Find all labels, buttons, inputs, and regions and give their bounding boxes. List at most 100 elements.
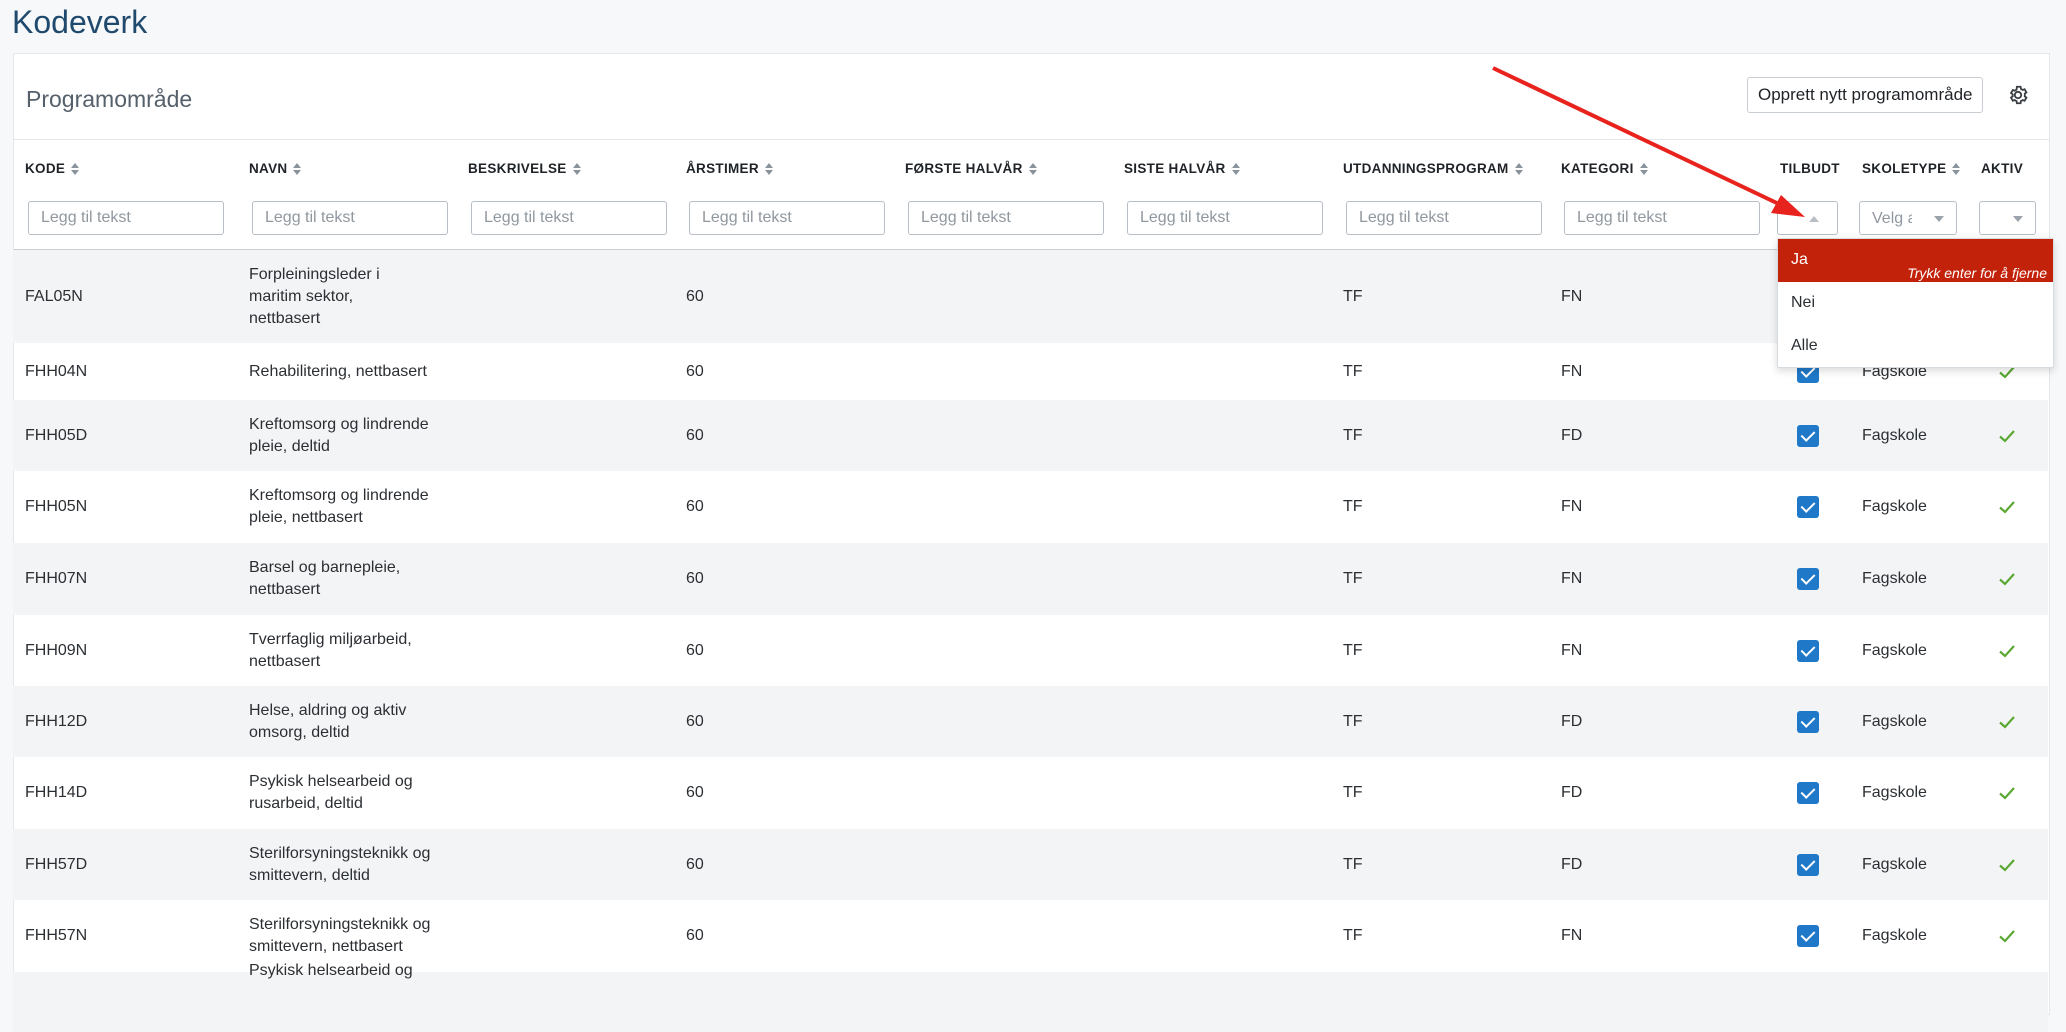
column-header-aktiv: AKTIV bbox=[1981, 161, 2023, 176]
cell-navn-line: nettbasert bbox=[249, 581, 321, 598]
sort-icon[interactable] bbox=[1028, 162, 1038, 176]
cell-skoletype: Fagskole bbox=[1862, 426, 1927, 444]
cell-arstimer: 60 bbox=[686, 641, 704, 659]
cell-navn-line: rusarbeid, deltid bbox=[249, 795, 363, 812]
table-row[interactable]: FAL05N Forpleiningsleder i maritim sektor,… bbox=[13, 250, 2048, 343]
cell-kode: FHH14D bbox=[25, 784, 88, 801]
sort-icon[interactable] bbox=[71, 162, 80, 176]
filter-select-skoletype[interactable]: Velg alle bbox=[1859, 201, 1957, 235]
table-row[interactable]: Psykisk helsearbeid og bbox=[13, 962, 2048, 1032]
filter-select-tilbudt[interactable] bbox=[1777, 201, 1838, 235]
gear-icon[interactable] bbox=[2007, 84, 2029, 106]
table-row[interactable]: FHH07N Barsel og barnepleie, nettbasert 60 T… bbox=[13, 543, 2048, 615]
cell-kode: FHH04N bbox=[25, 362, 88, 380]
filter-input-siste[interactable] bbox=[1127, 201, 1323, 235]
filter-input-utdanning[interactable] bbox=[1346, 201, 1542, 235]
cell-navn: Sterilforsyningsteknikk og smittevern, ne… bbox=[249, 914, 430, 958]
cell-navn: Helse, aldring og aktiv omsorg, deltid bbox=[249, 700, 406, 744]
dropdown-hint: Trykk enter for å fjerne bbox=[1907, 265, 2047, 281]
checkmark-icon bbox=[1999, 858, 2015, 872]
column-header-arstimer[interactable]: ÅRSTIMER bbox=[686, 161, 774, 176]
cell-navn: Tverrfaglig miljøarbeid, nettbasert bbox=[249, 629, 412, 673]
dropdown-option-alle[interactable]: Alle bbox=[1778, 325, 2053, 368]
column-header-label: AKTIV bbox=[1981, 161, 2023, 176]
tilbudt-checkbox[interactable] bbox=[1797, 710, 1819, 733]
column-header-utdanning[interactable]: UTDANNINGSPROGRAM bbox=[1343, 161, 1524, 176]
column-header-siste[interactable]: SISTE HALVÅR bbox=[1124, 161, 1241, 176]
create-programomrade-button[interactable]: Opprett nytt programområde bbox=[1747, 77, 1984, 113]
cell-kode: FHH57D bbox=[25, 855, 88, 873]
cell-arstimer: 60 bbox=[686, 855, 704, 873]
cell-arstimer: 60 bbox=[686, 784, 704, 801]
column-header-navn[interactable]: NAVN bbox=[249, 161, 302, 176]
sort-icon[interactable] bbox=[293, 162, 302, 176]
cell-navn-line: Psykisk helsearbeid og bbox=[249, 773, 413, 790]
cell-navn-line: Sterilforsyningsteknikk og bbox=[249, 844, 431, 862]
column-header-label: KODE bbox=[25, 161, 66, 176]
table-row[interactable]: FHH05N Kreftomsorg og lindrende pleie, net… bbox=[13, 471, 2048, 543]
cell-skoletype: Fagskole bbox=[1862, 784, 1927, 801]
tilbudt-checkbox[interactable] bbox=[1797, 496, 1819, 518]
filter-input-navn[interactable] bbox=[252, 201, 448, 235]
table-row[interactable]: FHH12D Helse, aldring og aktiv omsorg, del… bbox=[13, 686, 2048, 757]
cell-navn: Psykisk helsearbeid og rusarbeid, deltid bbox=[249, 771, 413, 815]
cell-navn-line: Kreftomsorg og lindrende bbox=[249, 415, 429, 433]
filter-input-beskrivelse[interactable] bbox=[471, 201, 667, 235]
sort-icon[interactable] bbox=[1231, 162, 1241, 176]
filter-select-aktiv[interactable] bbox=[1979, 201, 2036, 235]
tilbudt-checkbox[interactable] bbox=[1797, 782, 1819, 804]
cell-arstimer: 60 bbox=[686, 362, 704, 380]
tilbudt-checkbox[interactable] bbox=[1797, 853, 1819, 876]
tilbudt-dropdown-menu: Ja Trykk enter for å fjerne Nei Alle bbox=[1777, 238, 2054, 368]
cell-utdanningsprogram: TF bbox=[1343, 855, 1363, 873]
table-row[interactable]: FHH05D Kreftomsorg og lindrende pleie, del… bbox=[13, 400, 2048, 471]
table-row[interactable]: FHH14D Psykisk helsearbeid og rusarbeid, d… bbox=[13, 757, 2048, 829]
tilbudt-checkbox[interactable] bbox=[1797, 424, 1819, 447]
cell-navn: Forpleiningsleder i maritim sektor, nettba… bbox=[249, 264, 380, 330]
table-row[interactable]: FHH04N Rehabilitering, nettbasert 60 TF FN Fa… bbox=[13, 343, 2048, 400]
column-header-label: FØRSTE HALVÅR bbox=[905, 161, 1023, 176]
filter-input-forste[interactable] bbox=[908, 201, 1104, 235]
column-header-forste[interactable]: FØRSTE HALVÅR bbox=[905, 161, 1038, 176]
sort-icon[interactable] bbox=[1952, 162, 1961, 176]
cell-navn: Sterilforsyningsteknikk og smittevern, de… bbox=[249, 843, 430, 887]
column-header-kategori[interactable]: KATEGORI bbox=[1561, 161, 1649, 176]
filter-input-kode[interactable] bbox=[28, 201, 224, 235]
table-row[interactable]: FHH57D Sterilforsyningsteknikk og smitteve… bbox=[13, 829, 2048, 900]
checkmark-icon bbox=[1999, 715, 2015, 729]
sort-icon[interactable] bbox=[1514, 162, 1524, 176]
tilbudt-checkbox[interactable] bbox=[1797, 639, 1819, 662]
cell-utdanningsprogram: TF bbox=[1343, 641, 1363, 659]
tilbudt-checkbox[interactable] bbox=[1797, 925, 1819, 947]
tilbudt-checkbox[interactable] bbox=[1797, 568, 1819, 590]
cell-kode: FHH05D bbox=[25, 426, 88, 444]
sort-icon[interactable] bbox=[1639, 162, 1649, 176]
cell-navn-line: maritim sektor, bbox=[249, 287, 354, 305]
dropdown-option-ja[interactable]: Ja Trykk enter for å fjerne bbox=[1778, 239, 2053, 282]
table-row[interactable]: FHH09N Tverrfaglig miljøarbeid, nettbasert… bbox=[13, 615, 2048, 686]
checkmark-icon bbox=[1999, 644, 2015, 658]
cell-kode: FAL05N bbox=[25, 287, 83, 305]
cell-arstimer: 60 bbox=[686, 927, 704, 944]
column-header-skoletype[interactable]: SKOLETYPE bbox=[1862, 161, 1961, 176]
cell-navn-line: nettbasert bbox=[249, 309, 321, 327]
filter-input-kategori[interactable] bbox=[1564, 201, 1760, 235]
dropdown-option-nei[interactable]: Nei bbox=[1778, 282, 2053, 325]
cell-kategori: FN bbox=[1561, 641, 1583, 659]
cell-kode: FHH57N bbox=[25, 927, 88, 944]
column-header-beskrivelse[interactable]: BESKRIVELSE bbox=[468, 161, 582, 176]
sort-icon[interactable] bbox=[764, 162, 774, 176]
cell-kategori: FD bbox=[1561, 426, 1583, 444]
cell-utdanningsprogram: TF bbox=[1343, 287, 1363, 305]
cell-skoletype: Fagskole bbox=[1862, 855, 1927, 873]
cell-navn-line: pleie, deltid bbox=[249, 437, 330, 455]
filter-input-arstimer[interactable] bbox=[689, 201, 885, 235]
column-header-kode[interactable]: KODE bbox=[25, 161, 80, 176]
sort-icon[interactable] bbox=[572, 162, 582, 176]
checkmark-icon bbox=[1999, 787, 2015, 800]
column-header-label: BESKRIVELSE bbox=[468, 161, 567, 176]
cell-navn: Kreftomsorg og lindrende pleie, nettbaser… bbox=[249, 485, 429, 529]
cell-navn-line: smittevern, deltid bbox=[249, 866, 370, 884]
cell-navn-line: Sterilforsyningsteknikk og bbox=[249, 916, 431, 933]
cell-skoletype: Fagskole bbox=[1862, 712, 1927, 730]
